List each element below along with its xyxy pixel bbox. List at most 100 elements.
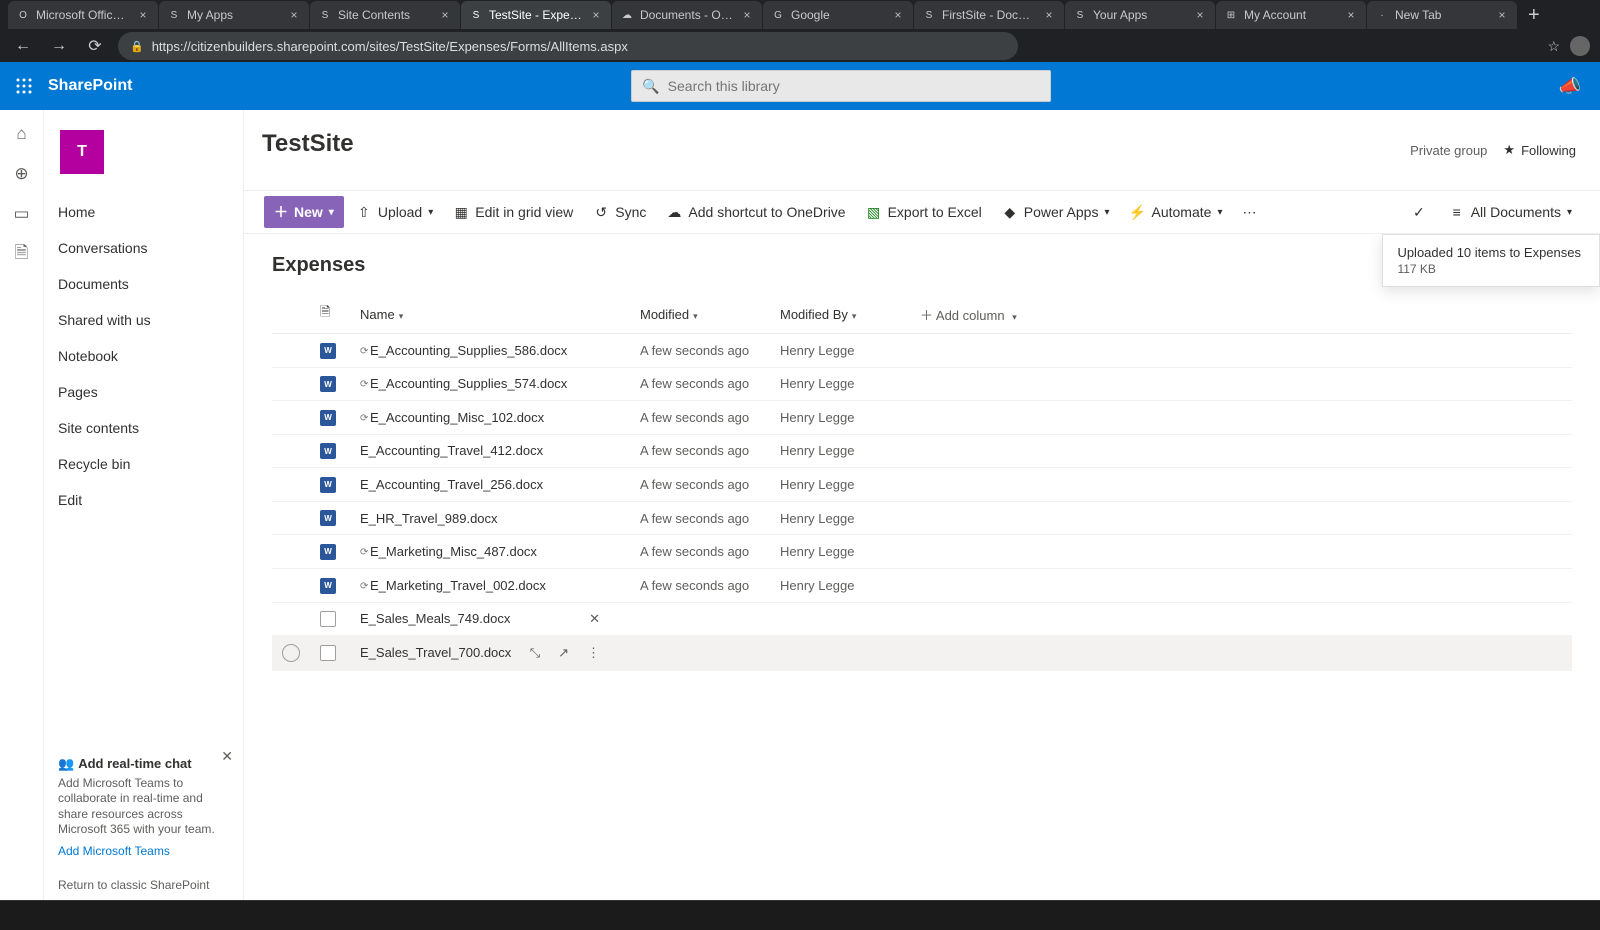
site-logo[interactable]: T bbox=[60, 130, 104, 174]
product-name[interactable]: SharePoint bbox=[48, 77, 132, 95]
favicon: S bbox=[167, 8, 181, 22]
col-name[interactable]: Name▾ bbox=[350, 295, 630, 334]
add-column-button[interactable]: ＋ Add column ▾ bbox=[910, 295, 1572, 334]
forward-button[interactable]: → bbox=[46, 33, 72, 59]
classic-link[interactable]: Return to classic SharePoint bbox=[58, 878, 209, 892]
nav-item[interactable]: Edit bbox=[44, 482, 243, 518]
edit-grid-button[interactable]: ▦Edit in grid view bbox=[445, 198, 581, 226]
search-box[interactable]: 🔍 bbox=[631, 70, 1051, 102]
follow-button[interactable]: ★Following bbox=[1503, 142, 1576, 158]
power-apps-button[interactable]: ◆Power Apps▾ bbox=[994, 198, 1118, 226]
close-icon[interactable]: × bbox=[589, 8, 603, 22]
file-name[interactable]: ⟳E_Marketing_Misc_487.docx bbox=[350, 535, 630, 569]
row-select-circle[interactable] bbox=[282, 644, 300, 662]
table-row[interactable]: WE_HR_Travel_989.docxA few seconds agoHe… bbox=[272, 501, 1572, 535]
teams-promo-link[interactable]: Add Microsoft Teams bbox=[58, 844, 229, 858]
row-action-icon[interactable]: ⤡ bbox=[530, 645, 540, 660]
table-row[interactable]: WE_Accounting_Travel_256.docxA few secon… bbox=[272, 468, 1572, 502]
more-button[interactable]: ⋯ bbox=[1234, 198, 1264, 227]
col-type-icon[interactable]: 🗎 bbox=[310, 295, 350, 334]
browser-tab[interactable]: OMicrosoft Office H…× bbox=[8, 1, 158, 29]
view-selector[interactable]: ≡All Documents▾ bbox=[1441, 198, 1580, 226]
close-icon[interactable]: × bbox=[438, 8, 452, 22]
address-bar[interactable]: 🔒 https://citizenbuilders.sharepoint.com… bbox=[118, 32, 1018, 60]
close-icon[interactable]: ✕ bbox=[221, 748, 233, 765]
nav-item[interactable]: Pages bbox=[44, 374, 243, 410]
file-name[interactable]: ⟳E_Marketing_Travel_002.docx bbox=[350, 568, 630, 602]
news-icon[interactable]: ▭ bbox=[12, 204, 32, 224]
nav-item[interactable]: Home bbox=[44, 194, 243, 230]
tab-title: New Tab bbox=[1395, 8, 1489, 22]
globe-icon[interactable]: ⊕ bbox=[12, 164, 32, 184]
browser-tab[interactable]: SMy Apps× bbox=[159, 1, 309, 29]
reload-button[interactable]: ⟳ bbox=[82, 33, 108, 59]
nav-item[interactable]: Shared with us bbox=[44, 302, 243, 338]
sync-button[interactable]: ↺Sync bbox=[585, 198, 654, 226]
nav-item[interactable]: Site contents bbox=[44, 410, 243, 446]
close-icon[interactable]: × bbox=[1042, 8, 1056, 22]
megaphone-icon[interactable]: 📣 bbox=[1550, 76, 1590, 97]
browser-tab[interactable]: ⊞My Account× bbox=[1216, 1, 1366, 29]
table-row[interactable]: W⟳E_Marketing_Misc_487.docxA few seconds… bbox=[272, 535, 1572, 569]
windows-taskbar[interactable] bbox=[0, 900, 1600, 930]
star-icon[interactable]: ☆ bbox=[1547, 38, 1560, 55]
close-icon[interactable]: × bbox=[1495, 8, 1509, 22]
table-row[interactable]: WE_Sales_Meals_749.docx✕ bbox=[272, 602, 1572, 636]
file-name[interactable]: E_Accounting_Travel_256.docx bbox=[350, 468, 630, 502]
upload-button[interactable]: ⇧Upload▾ bbox=[348, 198, 441, 226]
close-icon[interactable]: × bbox=[287, 8, 301, 22]
done-check-button[interactable]: ✓ bbox=[1405, 198, 1433, 227]
browser-tab[interactable]: SFirstSite - Docume…× bbox=[914, 1, 1064, 29]
file-name[interactable]: ⟳E_Accounting_Supplies_574.docx bbox=[350, 367, 630, 401]
browser-tab[interactable]: ☁Documents - OneD…× bbox=[612, 1, 762, 29]
file-name[interactable]: ⟳E_Accounting_Supplies_586.docx bbox=[350, 334, 630, 368]
browser-tab[interactable]: SSite Contents× bbox=[310, 1, 460, 29]
table-row[interactable]: W⟳E_Accounting_Supplies_586.docxA few se… bbox=[272, 334, 1572, 368]
browser-tab[interactable]: STestSite - Expenses× bbox=[461, 1, 611, 29]
close-icon[interactable]: × bbox=[891, 8, 905, 22]
file-name[interactable]: E_Accounting_Travel_412.docx bbox=[350, 434, 630, 468]
file-name[interactable]: E_Sales_Meals_749.docx✕ bbox=[350, 602, 630, 636]
export-excel-button[interactable]: ▧Export to Excel bbox=[858, 198, 990, 226]
nav-item[interactable]: Conversations bbox=[44, 230, 243, 266]
browser-tab[interactable]: ·New Tab× bbox=[1367, 1, 1517, 29]
file-name[interactable]: E_HR_Travel_989.docx bbox=[350, 501, 630, 535]
new-button[interactable]: ＋New▾ bbox=[264, 196, 344, 228]
close-icon[interactable]: × bbox=[1193, 8, 1207, 22]
row-action-icon[interactable]: ↗ bbox=[558, 645, 569, 660]
close-icon[interactable]: × bbox=[1344, 8, 1358, 22]
table-row[interactable]: W⟳E_Accounting_Misc_102.docxA few second… bbox=[272, 401, 1572, 435]
new-tab-button[interactable]: + bbox=[1518, 4, 1550, 27]
file-name[interactable]: ⟳E_Accounting_Misc_102.docx bbox=[350, 401, 630, 435]
shortcut-button[interactable]: ☁Add shortcut to OneDrive bbox=[658, 198, 853, 226]
row-action-icon[interactable]: ✕ bbox=[589, 611, 600, 626]
files-icon[interactable]: 🗎 bbox=[12, 244, 32, 264]
file-name[interactable]: E_Sales_Travel_700.docx⤡↗⋮ bbox=[350, 636, 630, 671]
loading-icon: ⟳ bbox=[360, 346, 370, 357]
app-launcher-icon[interactable] bbox=[0, 62, 48, 110]
table-row[interactable]: W⟳E_Marketing_Travel_002.docxA few secon… bbox=[272, 568, 1572, 602]
table-row[interactable]: W⟳E_Accounting_Supplies_574.docxA few se… bbox=[272, 367, 1572, 401]
modified-by-cell: Henry Legge bbox=[770, 535, 910, 569]
automate-button[interactable]: ⚡Automate▾ bbox=[1122, 198, 1231, 226]
site-title[interactable]: TestSite bbox=[262, 130, 354, 158]
search-input[interactable] bbox=[668, 78, 1041, 94]
file-icon: W bbox=[320, 645, 336, 661]
home-icon[interactable]: ⌂ bbox=[12, 124, 32, 144]
nav-item[interactable]: Recycle bin bbox=[44, 446, 243, 482]
table-row[interactable]: WE_Accounting_Travel_412.docxA few secon… bbox=[272, 434, 1572, 468]
col-modified-by[interactable]: Modified By▾ bbox=[770, 295, 910, 334]
close-icon[interactable]: × bbox=[136, 8, 150, 22]
row-action-icon[interactable]: ⋮ bbox=[587, 645, 600, 660]
back-button[interactable]: ← bbox=[10, 33, 36, 59]
table-row[interactable]: WE_Sales_Travel_700.docx⤡↗⋮ bbox=[272, 636, 1572, 671]
browser-tab[interactable]: GGoogle× bbox=[763, 1, 913, 29]
profile-avatar[interactable] bbox=[1570, 36, 1590, 56]
browser-tab[interactable]: SYour Apps× bbox=[1065, 1, 1215, 29]
teams-promo-title: Add real-time chat bbox=[78, 756, 191, 771]
col-modified[interactable]: Modified▾ bbox=[630, 295, 770, 334]
nav-item[interactable]: Documents bbox=[44, 266, 243, 302]
url-text: https://citizenbuilders.sharepoint.com/s… bbox=[152, 39, 628, 54]
close-icon[interactable]: × bbox=[740, 8, 754, 22]
nav-item[interactable]: Notebook bbox=[44, 338, 243, 374]
